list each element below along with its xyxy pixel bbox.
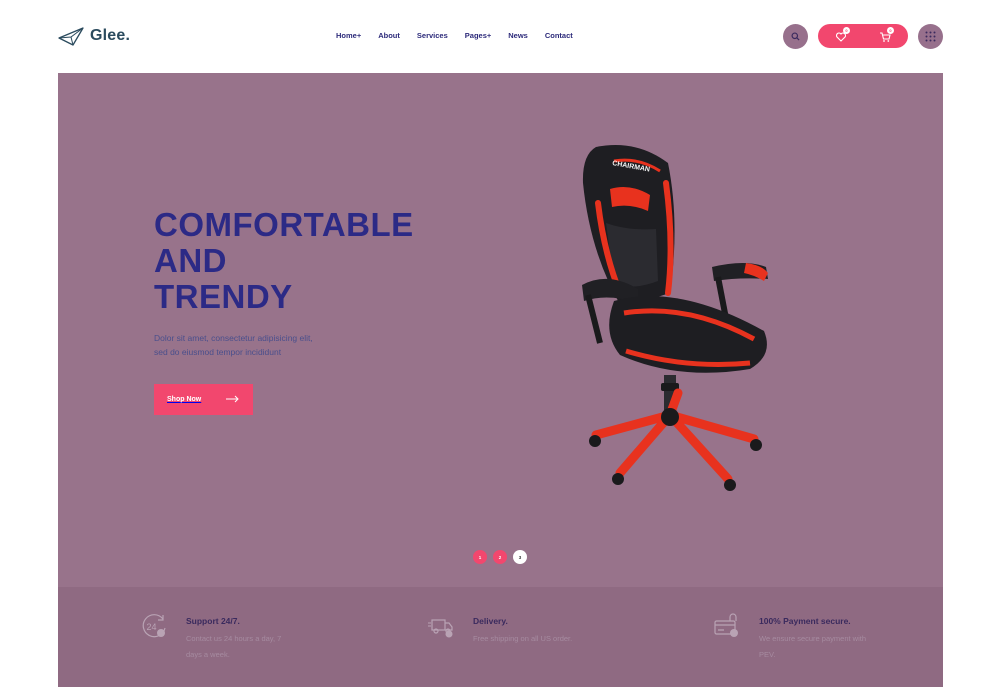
wishlist-button[interactable]: 0	[835, 27, 850, 42]
hero-title-line: AND	[154, 242, 227, 279]
delivery-truck-icon	[428, 619, 453, 638]
nav-contact[interactable]: Contact	[545, 31, 573, 40]
paper-plane-icon	[58, 27, 84, 46]
feature-desc: Free shipping on all US order.	[473, 634, 573, 643]
hero-description-line: Dolor sit amet, consectetur adipisicing …	[154, 333, 313, 343]
slider-pagination: 1 2 3	[473, 550, 527, 564]
slide-dot[interactable]: 2	[493, 550, 507, 564]
nav-home[interactable]: Home+	[336, 31, 361, 40]
hero-description: Dolor sit amet, consectetur adipisicing …	[154, 331, 354, 359]
hero-slider: COMFORTABLE AND TRENDY Dolor sit amet, c…	[58, 73, 943, 587]
nav-services[interactable]: Services	[417, 31, 448, 40]
feature-desc: We ensure secure payment with PEV.	[759, 634, 866, 659]
logo-text: Glee.	[90, 27, 131, 44]
feature-item: 24 Support 24/7. Contact us 24 hours a d…	[140, 612, 298, 663]
shop-now-button[interactable]: Shop Now	[154, 384, 253, 415]
shop-now-label: Shop Now	[167, 396, 202, 403]
search-icon	[791, 32, 800, 41]
slide-dot-active[interactable]: 3	[513, 550, 527, 564]
feature-item: Delivery. Free shipping on all US order.	[427, 612, 585, 647]
site-header: Glee. Home+ About Services Pages+ News C…	[0, 0, 998, 73]
cart-button[interactable]: 0	[879, 27, 894, 42]
feature-title: 100% Payment secure.	[759, 616, 851, 626]
hero-title-line: TRENDY	[154, 278, 293, 315]
arrow-right-icon	[226, 395, 239, 403]
gaming-chair-image: CHAIRMAN	[582, 145, 768, 491]
feature-title: Delivery.	[473, 616, 508, 626]
secure-payment-icon	[714, 613, 738, 637]
wishlist-cart-pill: 0 0	[818, 24, 908, 48]
main-nav: Home+ About Services Pages+ News Contact	[336, 31, 573, 40]
feature-desc: Contact us 24 hours a day, 7 days a week…	[186, 634, 282, 659]
features-bar: 24 Support 24/7. Contact us 24 hours a d…	[58, 587, 943, 687]
logo[interactable]: Glee.	[58, 26, 130, 46]
nav-news[interactable]: News	[508, 31, 528, 40]
cart-count-badge: 0	[887, 27, 894, 34]
nav-about[interactable]: About	[378, 31, 400, 40]
feature-item: 100% Payment secure. We ensure secure pa…	[713, 612, 871, 663]
feature-title: Support 24/7.	[186, 616, 240, 626]
wishlist-count-badge: 0	[843, 27, 850, 34]
nav-pages[interactable]: Pages+	[465, 31, 491, 40]
support-24-icon: 24	[142, 614, 166, 638]
hero-title-line: COMFORTABLE	[154, 206, 414, 243]
menu-button[interactable]	[918, 24, 943, 49]
search-button[interactable]	[783, 24, 808, 49]
hero-description-line: sed do eiusmod tempor incididunt	[154, 347, 282, 357]
slide-dot[interactable]: 1	[473, 550, 487, 564]
svg-text:24: 24	[147, 622, 157, 632]
grid-menu-icon	[925, 31, 936, 42]
hero-title: COMFORTABLE AND TRENDY	[154, 207, 414, 315]
